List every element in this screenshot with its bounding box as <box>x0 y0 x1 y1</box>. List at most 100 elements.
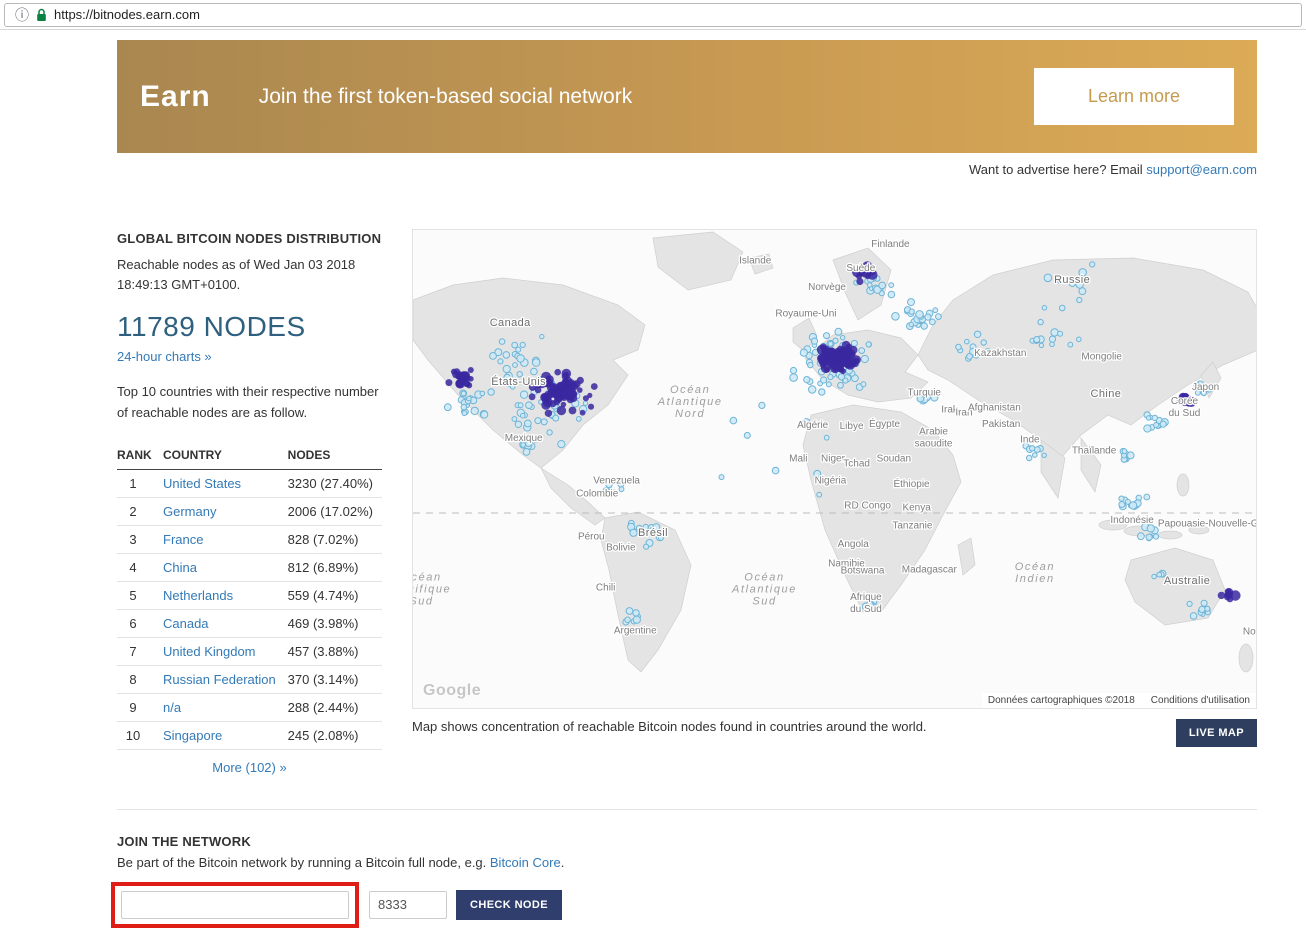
bitcoin-node-dot <box>1187 601 1192 606</box>
bitcoin-node-dot <box>936 314 942 320</box>
bitcoin-node-dot <box>838 382 844 388</box>
https-lock-icon[interactable] <box>36 8 47 22</box>
country-link[interactable]: Russian Federation <box>163 672 276 687</box>
country-link[interactable]: Netherlands <box>163 588 233 603</box>
map-label: Colombie <box>576 488 619 499</box>
map-label: Madagascar <box>902 565 958 576</box>
country-header: COUNTRY <box>163 441 288 470</box>
bitcoin-node-dot <box>930 319 936 325</box>
port-input[interactable] <box>369 891 447 919</box>
rank-cell: 9 <box>117 693 163 721</box>
support-email-link[interactable]: support@earn.com <box>1146 162 1257 177</box>
country-link[interactable]: United Kingdom <box>163 644 256 659</box>
learn-more-button[interactable]: Learn more <box>1034 68 1234 125</box>
bitcoin-node-dot <box>824 333 830 339</box>
map-attribution: Données cartographiques ©2018 Conditions… <box>982 693 1256 708</box>
bitcoin-node-dot <box>577 387 583 393</box>
map-terms-link[interactable]: Conditions d'utilisation <box>1151 695 1250 706</box>
country-link[interactable]: n/a <box>163 700 181 715</box>
table-row: 9n/a288 (2.44%) <box>117 693 382 721</box>
map-label: Éthiopie <box>893 477 930 490</box>
bitcoin-node-dot <box>916 311 924 319</box>
bitcoin-node-dot <box>909 309 914 314</box>
map-label: OcéanAtlantiqueSud <box>731 571 797 607</box>
earn-ad-banner[interactable]: Earn Join the first token-based social n… <box>117 40 1257 153</box>
bitcoin-node-dot <box>1152 415 1157 420</box>
node-address-input[interactable] <box>121 891 349 919</box>
bitcoin-node-dot <box>461 391 466 396</box>
bitcoin-node-dot <box>467 396 472 401</box>
country-link[interactable]: Canada <box>163 616 209 631</box>
country-link[interactable]: Singapore <box>163 728 222 743</box>
bitcoin-node-dot <box>790 374 798 382</box>
bitcoin-node-dot <box>1119 496 1124 501</box>
page-info-icon[interactable]: ⓘ <box>15 8 29 22</box>
map-label: Égypte <box>869 417 901 430</box>
bitcoin-node-dot <box>1044 274 1052 282</box>
bitcoin-node-dot <box>462 371 470 379</box>
bitcoin-node-dot <box>1201 600 1207 606</box>
map-copyright: Données cartographiques ©2018 <box>988 695 1135 706</box>
nodes-cell: 812 (6.89%) <box>288 553 382 581</box>
bitcoin-node-dot <box>554 369 561 376</box>
map-label: OcéanIndien <box>1015 561 1055 585</box>
bitcoin-node-dot <box>1049 336 1055 342</box>
nodes-header: NODES <box>288 441 382 470</box>
bitcoin-node-dot <box>790 367 796 373</box>
map-label: Tanzanie <box>892 521 932 532</box>
bitcoin-node-dot <box>1077 337 1082 342</box>
nodes-cell: 2006 (17.02%) <box>288 497 382 525</box>
map-label: Arabiesaoudite <box>915 426 953 449</box>
bitcoin-node-dot <box>1119 502 1125 508</box>
country-link[interactable]: Germany <box>163 504 216 519</box>
bitcoin-node-dot <box>861 355 868 362</box>
map-label: Chine <box>1091 388 1122 400</box>
bitcoin-node-dot <box>1122 449 1127 454</box>
bitcoin-node-dot <box>856 273 862 279</box>
map-section: IslandeFinlandeSuèdeNorvègeRussieCanadaR… <box>412 229 1257 775</box>
bitcoin-node-dot <box>824 435 829 440</box>
bitcoin-node-dot <box>1153 534 1158 539</box>
more-countries-link[interactable]: More (102) » <box>117 760 382 775</box>
bitcoin-node-dot <box>838 374 844 380</box>
bitcoin-node-dot <box>557 406 566 415</box>
section-divider <box>117 809 1257 810</box>
charts-link[interactable]: 24-hour charts » <box>117 349 212 364</box>
bitcoin-node-dot <box>480 391 485 396</box>
join-description: Be part of the Bitcoin network by runnin… <box>117 855 1257 870</box>
bitcoin-node-dot <box>861 382 866 387</box>
bitcoin-node-dot <box>1051 329 1058 336</box>
table-header-row: RANK COUNTRY NODES <box>117 441 382 470</box>
bitcoin-node-dot <box>1079 288 1086 295</box>
rank-cell: 10 <box>117 721 163 749</box>
table-row: 1United States3230 (27.40%) <box>117 469 382 497</box>
bitcoin-node-dot <box>625 617 631 623</box>
bitcoin-node-dot <box>1038 319 1043 324</box>
bitcoin-node-dot <box>1030 446 1035 451</box>
world-map[interactable]: IslandeFinlandeSuèdeNorvègeRussieCanadaR… <box>412 229 1257 709</box>
bitcoin-node-dot <box>830 351 840 361</box>
advertise-line: Want to advertise here? Email support@ea… <box>117 162 1257 177</box>
rank-cell: 7 <box>117 637 163 665</box>
live-map-button[interactable]: LIVE MAP <box>1176 719 1257 747</box>
bitcoin-node-dot <box>851 340 857 346</box>
country-link[interactable]: France <box>163 532 203 547</box>
bitcoin-node-dot <box>819 389 825 395</box>
bitcoin-node-dot <box>1152 574 1157 579</box>
bitcoin-node-dot <box>1144 494 1150 500</box>
bitcoin-node-dot <box>1077 297 1082 302</box>
address-bar[interactable]: ⓘ https://bitnodes.earn.com <box>4 3 1302 27</box>
bitcoin-node-dot <box>921 323 927 329</box>
bitcoin-node-dot <box>824 367 830 373</box>
bitcoin-node-dot <box>520 342 525 347</box>
bitcoin-node-dot <box>933 308 938 313</box>
country-link[interactable]: China <box>163 560 197 575</box>
stats-description: Top 10 countries with their respective n… <box>117 382 382 422</box>
bitcoin-core-link[interactable]: Bitcoin Core <box>490 855 561 870</box>
nodes-cell: 828 (7.02%) <box>288 525 382 553</box>
bitcoin-node-dot <box>566 384 576 394</box>
check-node-button[interactable]: CHECK NODE <box>456 890 562 920</box>
bitcoin-node-dot <box>889 283 894 288</box>
bitcoin-node-dot <box>1224 593 1231 600</box>
country-link[interactable]: United States <box>163 476 241 491</box>
